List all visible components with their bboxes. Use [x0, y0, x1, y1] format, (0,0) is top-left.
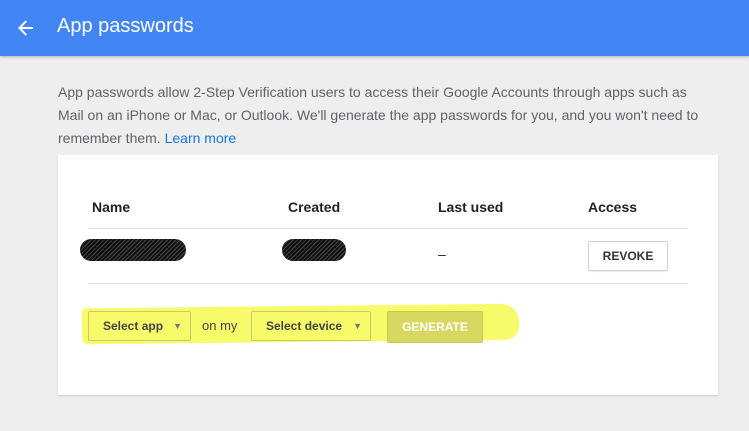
learn-more-link[interactable]: Learn more: [165, 130, 237, 146]
column-header-last-used: Last used: [438, 199, 504, 215]
intro-text: App passwords allow 2-Step Verification …: [58, 81, 708, 150]
row-divider: [88, 283, 688, 284]
caret-down-icon: ▼: [173, 321, 182, 331]
redacted-name: [80, 239, 186, 261]
last-used-value: –: [438, 246, 446, 262]
revoke-button[interactable]: REVOKE: [588, 241, 668, 271]
caret-down-icon: ▼: [353, 321, 362, 331]
back-button[interactable]: [12, 14, 40, 42]
column-header-created: Created: [288, 199, 341, 215]
column-header-name: Name: [92, 199, 131, 215]
page-title: App passwords: [57, 15, 194, 37]
generate-button[interactable]: GENERATE: [387, 311, 483, 343]
app-bar: App passwords: [0, 0, 749, 56]
select-device-dropdown[interactable]: Select device ▼: [251, 311, 371, 341]
column-header-access: Access: [588, 199, 638, 215]
header-divider: [88, 228, 688, 229]
arrow-left-icon: [18, 20, 33, 36]
redacted-created: [282, 239, 346, 261]
on-my-text: on my: [202, 318, 238, 333]
select-app-label: Select app: [103, 319, 164, 333]
select-device-label: Select device: [266, 319, 343, 333]
select-app-dropdown[interactable]: Select app ▼: [88, 311, 191, 341]
app-passwords-card: Name Created Last used Access – REVOKE S…: [58, 155, 718, 395]
intro-description: App passwords allow 2-Step Verification …: [58, 84, 699, 146]
